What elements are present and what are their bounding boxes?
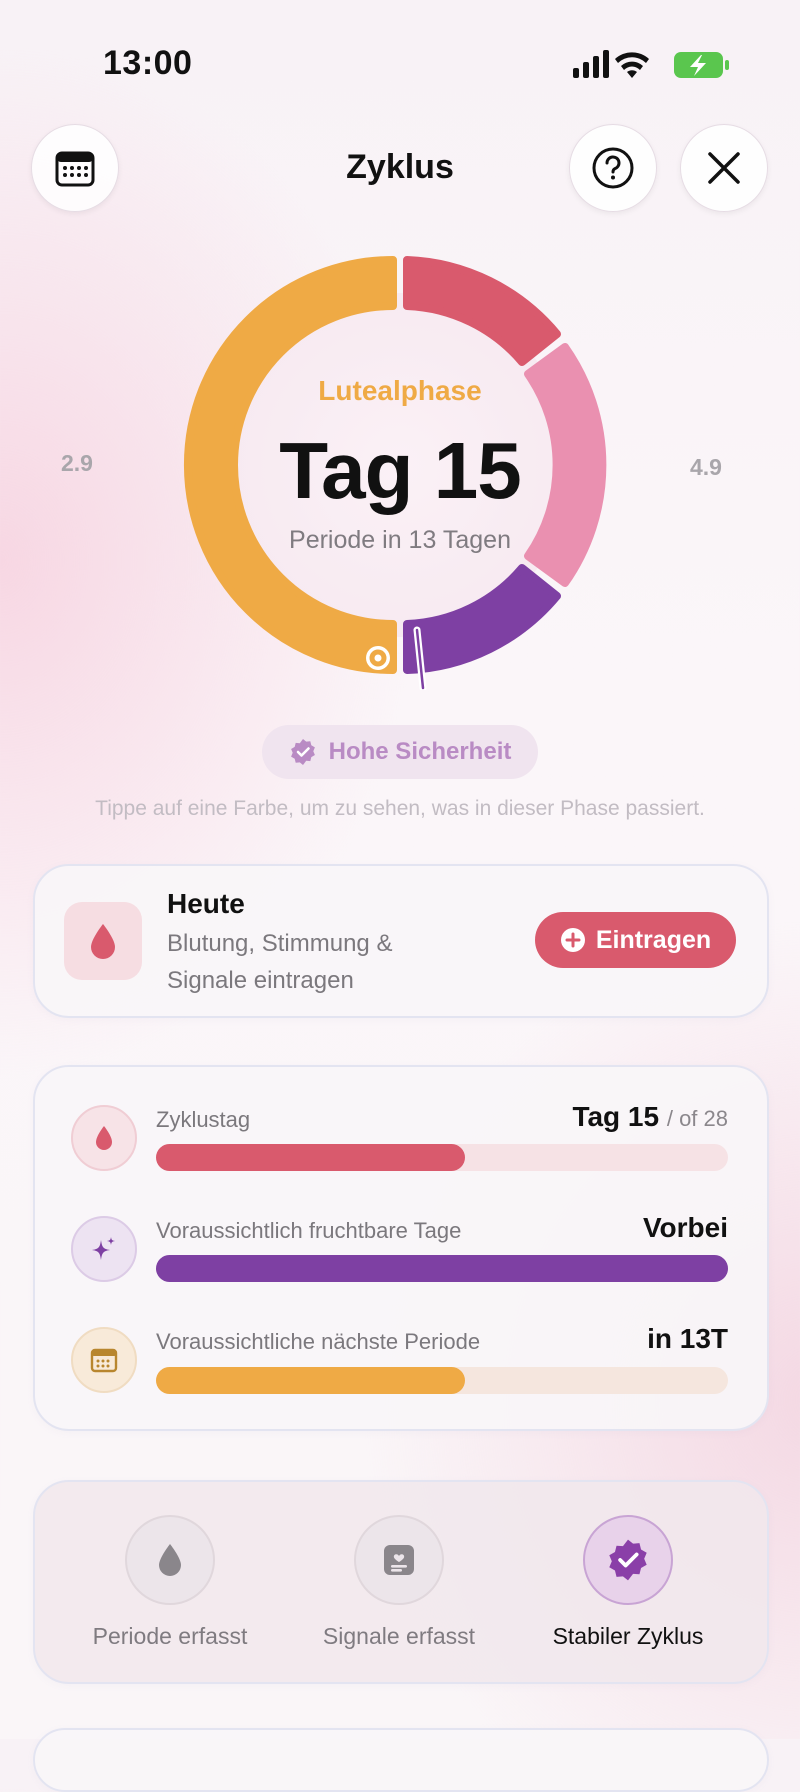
help-button[interactable] — [569, 124, 657, 212]
phase-label: Lutealphase — [318, 375, 482, 406]
achievement-icon-circle — [125, 1515, 215, 1605]
confidence-badge[interactable]: Hohe Sicherheit — [262, 725, 538, 779]
next-period-stat-value: in 13T — [647, 1323, 728, 1354]
close-icon — [708, 152, 740, 184]
drop-icon — [91, 924, 115, 959]
cycle-day-stat-label: Zyklustag — [156, 1107, 251, 1132]
fertile-progress-track — [156, 1255, 728, 1282]
next-period-text: Periode in 13 Tagen — [289, 526, 511, 554]
verified-icon — [609, 1539, 647, 1581]
battery-charging-icon — [674, 52, 729, 78]
note-icon — [384, 1545, 414, 1575]
today-icon-box — [64, 902, 142, 980]
help-icon — [592, 147, 634, 189]
plus-circle-icon — [560, 928, 585, 952]
cellular-signal-icon — [573, 50, 609, 78]
today-subtitle: Blutung, Stimmung & Signale eintragen — [167, 930, 393, 994]
calendar-icon — [90, 1348, 118, 1373]
status-icons — [573, 50, 729, 78]
wifi-icon — [615, 52, 649, 78]
drop-icon — [159, 1544, 181, 1576]
cycle-day-stat-icon — [71, 1105, 137, 1171]
sparkle-icon — [92, 1237, 115, 1260]
cycle-day-stat-value: Tag 15 / of 28 — [572, 1101, 728, 1132]
next-period-progress-track — [156, 1367, 728, 1394]
log-entry-button[interactable]: Eintragen — [535, 912, 736, 968]
next-period-stat-icon — [71, 1327, 137, 1393]
achievement-signals-logged[interactable]: Signale erfasst — [289, 1515, 509, 1650]
fertile-stat-icon — [71, 1216, 137, 1282]
close-button[interactable] — [680, 124, 768, 212]
next-card — [33, 1728, 769, 1792]
achievement-label: Stabiler Zyklus — [552, 1623, 704, 1649]
next-period-stat-label: Voraussichtliche nächste Periode — [156, 1329, 481, 1354]
cycle-day-progress-fill — [156, 1144, 465, 1171]
confidence-label: Hohe Sicherheit — [328, 738, 512, 765]
achievement-period-logged[interactable]: Periode erfasst — [60, 1515, 280, 1650]
status-time: 13:00 — [103, 44, 193, 82]
drop-icon — [96, 1126, 112, 1150]
fertile-stat-label: Voraussichtlich fruchtbare Tage — [156, 1218, 462, 1243]
cycle-day-progress-track — [156, 1144, 728, 1171]
phase-hint: Tippe auf eine Farbe, um zu sehen, was i… — [95, 797, 705, 820]
achievement-stable-cycle[interactable]: Stabiler Zyklus — [518, 1515, 738, 1650]
fertile-progress-fill — [156, 1255, 728, 1282]
next-period-progress-fill — [156, 1367, 465, 1394]
achievement-label: Signale erfasst — [322, 1623, 476, 1649]
fertile-stat-value: Vorbei — [642, 1212, 728, 1243]
cycle-length-suffix: / of 28 — [666, 1106, 728, 1131]
cycle-day: Tag 15 — [279, 426, 522, 515]
verified-icon — [290, 739, 315, 765]
achievement-icon-circle — [354, 1515, 444, 1605]
achievement-label: Periode erfasst — [92, 1623, 248, 1649]
achievement-icon-circle — [583, 1515, 673, 1605]
log-entry-label: Eintragen — [595, 925, 712, 954]
today-title: Heute — [167, 888, 245, 919]
